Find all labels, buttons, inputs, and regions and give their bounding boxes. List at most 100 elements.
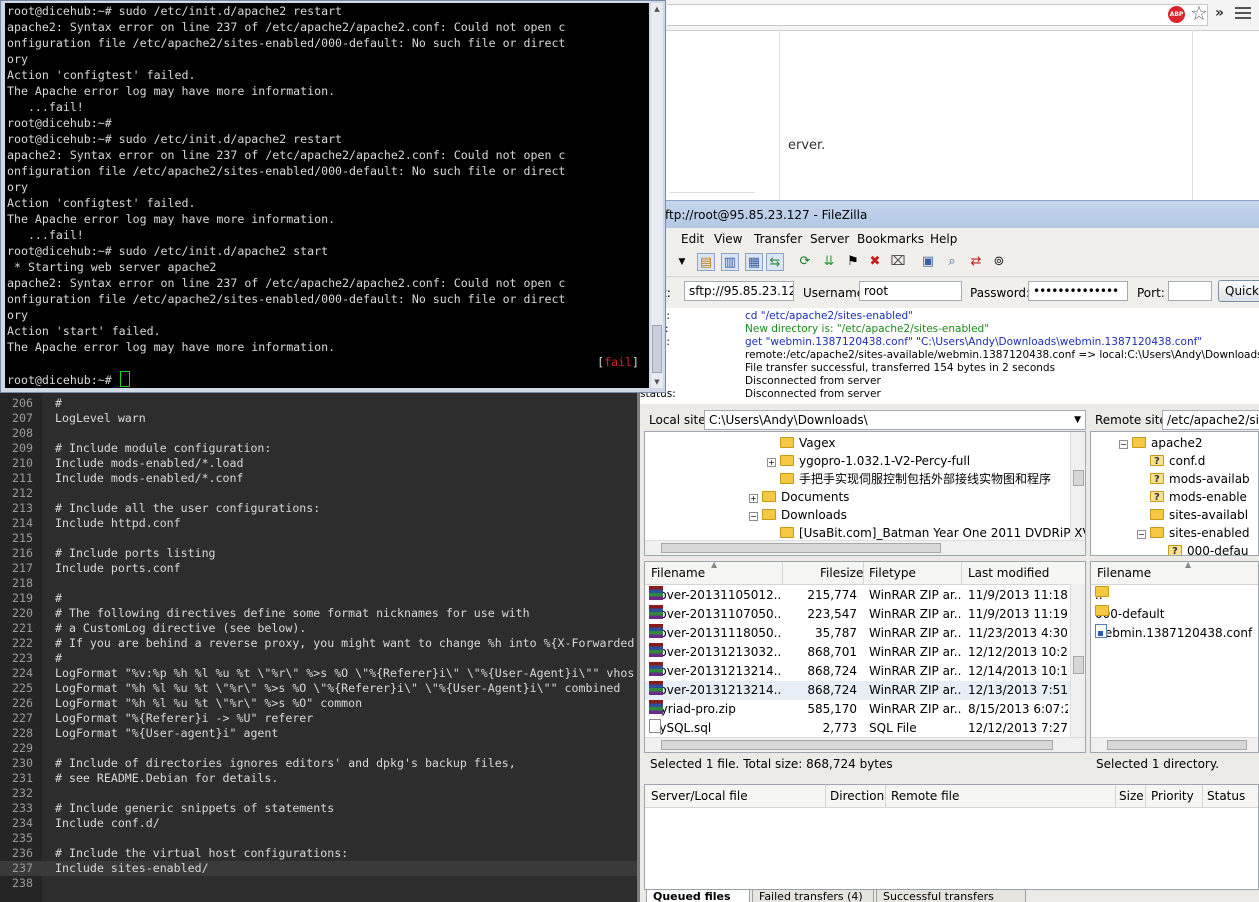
local-tree[interactable]: Vagex + ygopro-1.032.1-V2-Percy-full 手把手实现伺… (644, 431, 1086, 556)
editor-line[interactable]: 234 Include conf.d/ (0, 816, 637, 831)
remote-file-list[interactable]: Filename ▲ ..000-default webmin.138712043… (1090, 561, 1259, 753)
editor-line[interactable]: 237 Include sites-enabled/ (0, 861, 637, 876)
col-status[interactable]: Status (1207, 789, 1245, 803)
remote-tree[interactable]: − apache2 conf.d mods-availab mods-enable sit… (1090, 431, 1259, 556)
col-remote-file[interactable]: Remote file (891, 789, 959, 803)
toggle-tree-icon[interactable]: ▥ (721, 253, 739, 271)
editor-line[interactable]: 213 # Include all the user configurations… (0, 501, 637, 516)
transfer-queue[interactable]: Server/Local file Direction Remote file … (644, 784, 1259, 890)
collapse-icon[interactable]: − (749, 512, 758, 521)
editor-line[interactable]: 215 (0, 531, 637, 546)
col-direction[interactable]: Direction (830, 789, 884, 803)
col-filesize[interactable]: Filesize (820, 566, 863, 580)
editor-line[interactable]: 223 # (0, 651, 637, 666)
binoculars-icon[interactable]: ⊚ (990, 253, 1008, 271)
editor-line[interactable]: 236 # Include the virtual host configurat… (0, 846, 637, 861)
editor-line[interactable]: 210 Include mods-enabled/*.load (0, 456, 637, 471)
refresh-icon[interactable]: ⟳ (796, 253, 814, 271)
col-last-modified[interactable]: Last modified (968, 566, 1049, 580)
tree-node[interactable]: Vagex (767, 434, 836, 452)
editor-line[interactable]: 208 (0, 426, 637, 441)
col-priority[interactable]: Priority (1151, 789, 1194, 803)
tree-node[interactable]: mods-availab (1137, 470, 1250, 489)
editor-line[interactable]: 232 (0, 786, 637, 801)
tree-node[interactable]: + ygopro-1.032.1-V2-Percy-full (767, 452, 970, 470)
quickconnect-button[interactable]: Quickco (1218, 280, 1259, 302)
tree-node[interactable]: mods-enable (1137, 488, 1247, 507)
scroll-up-icon[interactable]: ▲ (651, 3, 663, 15)
star-icon[interactable]: ☆ (1190, 2, 1208, 24)
text-editor[interactable]: 206 #207 LogLevel warn 208 209 # Include modu… (0, 393, 637, 902)
toggle-remote-tree-icon[interactable]: ▦ (745, 253, 763, 271)
col-size[interactable]: Size (1119, 789, 1144, 803)
editor-line[interactable]: 207 LogLevel warn (0, 411, 637, 426)
remote-files-hscrollbar[interactable] (1091, 737, 1258, 752)
process-queue-icon[interactable]: ⇊ (820, 253, 838, 271)
menu-view[interactable]: View (714, 232, 742, 246)
scroll-down-icon[interactable]: ▼ (651, 376, 663, 388)
editor-line[interactable]: 218 (0, 576, 637, 591)
editor-line[interactable]: 211 Include mods-enabled/*.conf (0, 471, 637, 486)
col-server-local-file[interactable]: Server/Local file (651, 789, 748, 803)
editor-line[interactable]: 226 LogFormat "%h %l %u %t \"%r\" %>s %O"… (0, 696, 637, 711)
file-row[interactable]: Mover-20131213032... 868,701 WinRAR ZIP ar… (645, 643, 1070, 662)
editor-line[interactable]: 206 # (0, 396, 637, 411)
expand-icon[interactable]: + (767, 458, 776, 467)
tree-node[interactable]: conf.d (1137, 452, 1205, 471)
editor-line[interactable]: 230 # Include of directories ignores edit… (0, 756, 637, 771)
terminal-prompt[interactable]: root@dicehub:~# (5, 371, 130, 388)
search-icon[interactable]: ⌕ (943, 253, 961, 271)
tree-node[interactable]: [UsaBit.com]_Batman Year One 2011 DVDRiP… (767, 524, 1085, 542)
password-input[interactable]: •••••••••••••• (1028, 281, 1128, 301)
editor-line[interactable]: 214 Include httpd.conf (0, 516, 637, 531)
address-bar[interactable] (667, 4, 1208, 26)
file-row[interactable]: Mover-20131118050... 35,787 WinRAR ZIP ar.… (645, 624, 1070, 643)
editor-line[interactable]: 233 # Include generic snippets of stateme… (0, 801, 637, 816)
editor-line[interactable]: 227 LogFormat "%{Referer}i -> %U" referer (0, 711, 637, 726)
editor-line[interactable]: 231 # see README.Debian for details. (0, 771, 637, 786)
file-row[interactable]: 000-default (1091, 605, 1258, 624)
local-tree-hscrollbar[interactable] (645, 540, 1085, 555)
chevron-down-icon[interactable]: ▼ (1074, 411, 1081, 429)
tree-node[interactable]: 手把手实现伺服控制包括外部接线实物图和程序 (767, 470, 1051, 488)
editor-line[interactable]: 222 # If you are behind a reverse proxy, … (0, 636, 637, 651)
filter-flag-icon[interactable]: ⚑ (844, 253, 862, 271)
editor-line[interactable]: 229 (0, 741, 637, 756)
col-filetype[interactable]: Filetype (869, 566, 916, 580)
tab-failed-transfers[interactable]: Failed transfers (4) (752, 889, 874, 902)
adblock-icon[interactable]: ABP (1168, 6, 1185, 23)
scrollbar-thumb[interactable] (652, 325, 662, 373)
host-input[interactable]: sftp://95.85.23.127 (684, 281, 794, 301)
local-site-path[interactable]: C:\Users\Andy\Downloads\ ▼ (704, 410, 1086, 430)
tree-node[interactable]: − Downloads (749, 506, 847, 524)
sync-browse-icon[interactable]: ⇄ (967, 253, 985, 271)
local-files-hscrollbar[interactable] (645, 737, 1085, 752)
terminal-scrollbar[interactable]: ▲ ▼ (651, 3, 663, 388)
editor-line[interactable]: 224 LogFormat "%v:%p %h %l %u %t \"%r\" %… (0, 666, 637, 681)
editor-line[interactable]: 221 # a CustomLog directive (see below). (0, 621, 637, 636)
collapse-icon[interactable]: − (1119, 440, 1128, 449)
editor-line[interactable]: 238 (0, 876, 637, 891)
editor-line[interactable]: 220 # The following directives define som… (0, 606, 637, 621)
editor-line[interactable]: 216 # Include ports listing (0, 546, 637, 561)
toggle-log-icon[interactable]: ▤ (697, 253, 715, 271)
terminal-screen[interactable]: root@dicehub:~# sudo /etc/init.d/apache2… (5, 3, 649, 388)
menu-icon[interactable] (1235, 4, 1251, 22)
message-log[interactable]: nand:cd "/etc/apache2/sites-enabled"onse… (640, 308, 1259, 404)
dropdown-arrow-icon[interactable]: ▼ (673, 253, 691, 271)
editor-line[interactable]: 209 # Include module configuration: (0, 441, 637, 456)
editor-line[interactable]: 217 Include ports.conf (0, 561, 637, 576)
file-row[interactable]: Mover-20131107050... 223,547 WinRAR ZIP ar… (645, 605, 1070, 624)
col-filename[interactable]: Filename (651, 566, 705, 580)
compare-icon[interactable]: ▣ (919, 253, 937, 271)
editor-line[interactable]: 225 LogFormat "%h %l %u %t \"%r\" %>s %O … (0, 681, 637, 696)
menu-server[interactable]: Server (810, 232, 849, 246)
menu-bookmarks[interactable]: Bookmarks (857, 232, 924, 246)
tree-node[interactable]: 000-defau (1155, 542, 1248, 555)
file-row[interactable]: .. (1091, 586, 1258, 605)
editor-line[interactable]: 212 (0, 486, 637, 501)
port-input[interactable] (1168, 281, 1212, 301)
expand-icon[interactable]: + (749, 494, 758, 503)
remote-site-path[interactable]: /etc/apache2/sites- (1162, 410, 1259, 430)
menu-transfer[interactable]: Transfer (754, 232, 802, 246)
